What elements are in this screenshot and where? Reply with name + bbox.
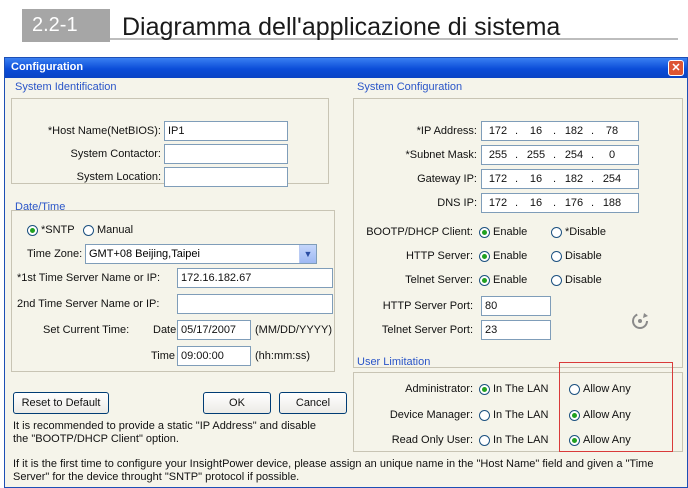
second-time-server-label: 2nd Time Server Name or IP: bbox=[17, 298, 160, 310]
first-time-server-field[interactable]: 172.16.182.67 bbox=[177, 268, 333, 288]
cancel-button[interactable]: Cancel bbox=[279, 392, 347, 414]
date-label: Date bbox=[153, 324, 177, 336]
set-current-time-label: Set Current Time: bbox=[43, 324, 130, 336]
gateway-octet: 254 bbox=[602, 173, 622, 185]
readonly-lan-label: In The LAN bbox=[493, 434, 549, 446]
time-label: Time bbox=[151, 350, 176, 362]
gateway-octet: 16 bbox=[529, 173, 543, 185]
time-format-hint: (hh:mm:ss) bbox=[255, 350, 310, 362]
reset-to-default-button[interactable]: Reset to Default bbox=[13, 392, 109, 414]
readonly-lan-radio[interactable] bbox=[479, 435, 490, 446]
ip-octet: 78 bbox=[605, 125, 619, 137]
telnet-disable-label: Disable bbox=[565, 274, 602, 286]
device-manager-label: Device Manager: bbox=[389, 409, 473, 421]
window-title: Configuration bbox=[11, 61, 84, 73]
time-zone-select[interactable]: GMT+08 Beijing,Taipei ▼ bbox=[85, 244, 317, 264]
manual-radio[interactable] bbox=[83, 225, 94, 236]
gateway-ip-label: Gateway IP: bbox=[417, 173, 477, 185]
ip-octet: 182 bbox=[564, 125, 584, 137]
first-time-server-label: *1st Time Server Name or IP: bbox=[17, 272, 161, 284]
bootp-disable-radio[interactable] bbox=[551, 227, 562, 238]
dns-ip-label: DNS IP: bbox=[437, 197, 477, 209]
time-zone-label: Time Zone: bbox=[27, 248, 83, 260]
mask-octet: 0 bbox=[608, 149, 616, 161]
device-lan-radio[interactable] bbox=[479, 410, 490, 421]
http-port-field[interactable]: 80 bbox=[481, 296, 551, 316]
dns-octet: 16 bbox=[529, 197, 543, 209]
ip-address-label: *IP Address: bbox=[416, 125, 477, 137]
http-enable-label: Enable bbox=[493, 250, 528, 262]
telnet-port-label: Telnet Server Port: bbox=[381, 324, 473, 336]
date-format-hint: (MM/DD/YYYY) bbox=[255, 324, 332, 336]
window-titlebar[interactable]: Configuration ✕ bbox=[5, 58, 687, 78]
system-location-field[interactable] bbox=[164, 167, 288, 187]
http-server-label: HTTP Server: bbox=[405, 250, 473, 262]
telnet-disable-radio[interactable] bbox=[551, 275, 562, 286]
admin-lan-label: In The LAN bbox=[493, 383, 549, 395]
telnet-port-field[interactable]: 23 bbox=[481, 320, 551, 340]
date-field[interactable]: 05/17/2007 bbox=[177, 320, 251, 340]
figure-number-badge: 2.2-1 bbox=[22, 9, 110, 42]
host-name-field[interactable]: IP1 bbox=[164, 121, 288, 141]
dns-ip-field[interactable]: 172. 16. 176. 188 bbox=[481, 193, 639, 213]
system-contactor-label: System Contactor: bbox=[70, 148, 161, 160]
telnet-server-label: Telnet Server: bbox=[405, 274, 473, 286]
system-identification-heading: System Identification bbox=[15, 81, 117, 93]
user-limitation-heading: User Limitation bbox=[357, 356, 431, 368]
http-disable-radio[interactable] bbox=[551, 251, 562, 262]
static-ip-recommendation: It is recommended to provide a static "I… bbox=[13, 420, 316, 445]
device-lan-label: In The LAN bbox=[493, 409, 549, 421]
second-time-server-field[interactable] bbox=[177, 294, 333, 314]
bootp-disable-label: *Disable bbox=[565, 226, 606, 238]
time-field[interactable]: 09:00:00 bbox=[177, 346, 251, 366]
sntp-label: *SNTP bbox=[41, 224, 75, 236]
dns-octet: 172 bbox=[488, 197, 508, 209]
manual-label: Manual bbox=[97, 224, 134, 236]
admin-lan-radio[interactable] bbox=[479, 384, 490, 395]
system-configuration-heading: System Configuration bbox=[357, 81, 463, 93]
administrator-label: Administrator: bbox=[405, 383, 473, 395]
host-name-label: *Host Name(NetBIOS): bbox=[47, 125, 161, 137]
subnet-mask-field[interactable]: 255. 255. 254. 0 bbox=[481, 145, 639, 165]
bootp-enable-radio[interactable] bbox=[479, 227, 490, 238]
mask-octet: 255 bbox=[526, 149, 546, 161]
figure-title: Diagramma dell'applicazione di sistema bbox=[122, 13, 561, 41]
http-disable-label: Disable bbox=[565, 250, 602, 262]
gateway-octet: 172 bbox=[488, 173, 508, 185]
refresh-icon[interactable] bbox=[629, 310, 651, 332]
sntp-radio[interactable] bbox=[27, 225, 38, 236]
bootp-dhcp-label: BOOTP/DHCP Client: bbox=[366, 226, 473, 238]
ip-octet: 16 bbox=[529, 125, 543, 137]
chevron-down-icon[interactable]: ▼ bbox=[299, 245, 316, 263]
dns-octet: 176 bbox=[564, 197, 584, 209]
telnet-enable-label: Enable bbox=[493, 274, 528, 286]
figure-caption: 2.2-1 Diagramma dell'applicazione di sis… bbox=[0, 0, 688, 56]
first-time-config-note: If it is the first time to configure you… bbox=[13, 458, 654, 483]
close-button[interactable]: ✕ bbox=[668, 60, 684, 76]
system-contactor-field[interactable] bbox=[164, 144, 288, 164]
date-time-heading: Date/Time bbox=[15, 201, 66, 213]
http-port-label: HTTP Server Port: bbox=[382, 300, 473, 312]
http-enable-radio[interactable] bbox=[479, 251, 490, 262]
ip-address-field[interactable]: 172. 16. 182. 78 bbox=[481, 121, 639, 141]
telnet-enable-radio[interactable] bbox=[479, 275, 490, 286]
read-only-user-label: Read Only User: bbox=[391, 434, 473, 446]
mask-octet: 255 bbox=[488, 149, 508, 161]
mask-octet: 254 bbox=[564, 149, 584, 161]
dns-octet: 188 bbox=[602, 197, 622, 209]
subnet-mask-label: *Subnet Mask: bbox=[405, 149, 477, 161]
allow-any-highlight bbox=[559, 362, 673, 452]
system-location-label: System Location: bbox=[76, 171, 161, 183]
ok-button[interactable]: OK bbox=[203, 392, 271, 414]
gateway-octet: 182 bbox=[564, 173, 584, 185]
ip-octet: 172 bbox=[488, 125, 508, 137]
gateway-ip-field[interactable]: 172. 16. 182. 254 bbox=[481, 169, 639, 189]
time-zone-value: GMT+08 Beijing,Taipei bbox=[89, 248, 200, 260]
bootp-enable-label: Enable bbox=[493, 226, 528, 238]
configuration-window: Configuration ✕ System Identification *H… bbox=[4, 57, 688, 488]
